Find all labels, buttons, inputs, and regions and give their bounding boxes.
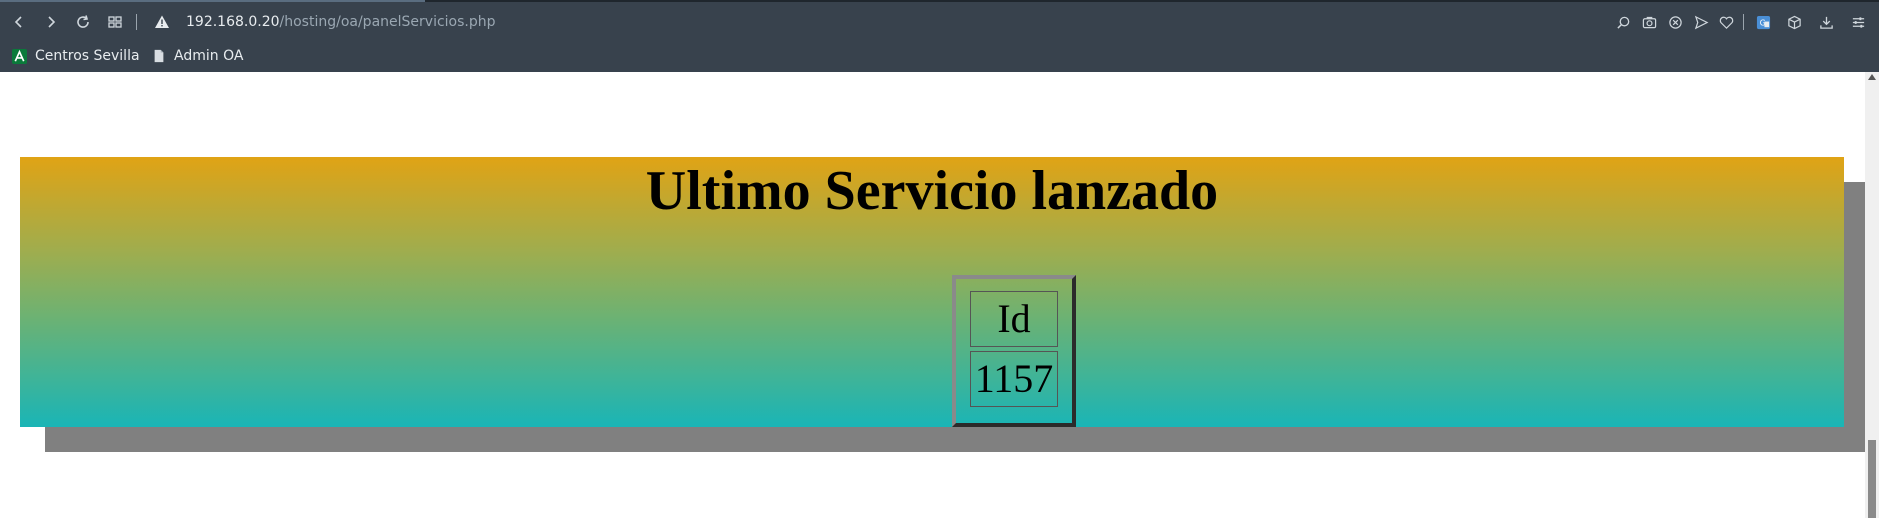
andalucia-logo-icon xyxy=(12,48,27,64)
favorite-button[interactable] xyxy=(1717,13,1735,31)
reload-icon xyxy=(77,15,89,28)
block-icon xyxy=(1668,15,1682,29)
grid-icon xyxy=(108,16,122,28)
send-button[interactable] xyxy=(1692,13,1710,31)
toolbar-separator xyxy=(136,14,137,30)
chevron-left-icon xyxy=(14,16,22,28)
table-cell-id-value: 1157 xyxy=(970,351,1058,407)
document-icon xyxy=(151,49,166,64)
screenshot-button[interactable] xyxy=(1640,13,1658,31)
url-host: 192.168.0.20 xyxy=(186,14,280,30)
bookmark-label: Centros Sevilla xyxy=(35,48,140,64)
forward-button[interactable] xyxy=(41,12,61,32)
warning-icon[interactable] xyxy=(154,14,170,30)
vertical-scrollbar[interactable] xyxy=(1865,72,1879,518)
send-icon xyxy=(1694,15,1708,29)
camera-icon xyxy=(1642,16,1656,28)
table-header-id: Id xyxy=(970,291,1058,347)
browser-chrome: 192.168.0.20/hosting/oa/panelServicios.p… xyxy=(0,0,1879,72)
translate-icon: G xyxy=(1756,15,1770,29)
page-content: Ultimo Servicio lanzado Id 1157 xyxy=(0,72,1879,518)
downloads-button[interactable] xyxy=(1817,13,1835,31)
adblock-button[interactable] xyxy=(1666,13,1684,31)
page-title: Ultimo Servicio lanzado xyxy=(645,160,1219,222)
download-icon xyxy=(1819,16,1833,29)
reload-button[interactable] xyxy=(73,12,93,32)
settings-sliders-icon xyxy=(1852,16,1864,28)
toolbar-separator xyxy=(1743,14,1744,30)
service-table: Id 1157 xyxy=(952,275,1076,427)
scrollbar-thumb[interactable] xyxy=(1868,440,1876,518)
menu-button[interactable] xyxy=(1849,13,1867,31)
chevron-right-icon xyxy=(48,16,56,28)
bookmarks-bar: Centros Sevilla Admin OA xyxy=(0,42,1879,72)
cube-icon xyxy=(1787,15,1801,29)
address-bar[interactable]: 192.168.0.20/hosting/oa/panelServicios.p… xyxy=(186,12,496,32)
bookmark-centros-sevilla[interactable]: Centros Sevilla xyxy=(12,44,140,68)
url-toolbar: 192.168.0.20/hosting/oa/panelServicios.p… xyxy=(0,2,1879,42)
zoom-icon xyxy=(1616,16,1629,29)
scroll-up-arrow-icon[interactable] xyxy=(1868,74,1876,80)
bookmark-label: Admin OA xyxy=(174,48,244,64)
heart-icon xyxy=(1719,16,1733,29)
speed-dial-button[interactable] xyxy=(105,12,125,32)
back-button[interactable] xyxy=(9,12,29,32)
translate-button[interactable]: G xyxy=(1754,13,1772,31)
extensions-button[interactable] xyxy=(1785,13,1803,31)
bookmark-admin-oa[interactable]: Admin OA xyxy=(151,44,243,68)
url-path: /hosting/oa/panelServicios.php xyxy=(279,14,496,30)
zoom-button[interactable] xyxy=(1614,13,1632,31)
service-banner: Ultimo Servicio lanzado Id 1157 xyxy=(20,157,1844,427)
